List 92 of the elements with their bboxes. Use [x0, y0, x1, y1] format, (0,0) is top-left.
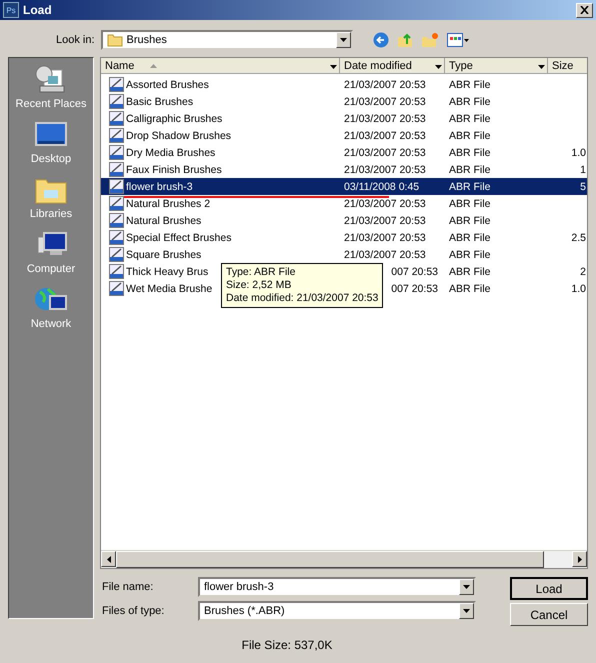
brush-file-icon — [109, 281, 124, 296]
close-button[interactable] — [576, 2, 593, 18]
column-header[interactable]: Name — [101, 58, 340, 74]
type-cell-text: ABR File — [448, 282, 492, 296]
size-cell: 5 — [548, 178, 587, 195]
date-cell-text: 21/03/2007 20:53 — [343, 196, 427, 212]
cancel-button[interactable]: Cancel — [510, 603, 588, 626]
size-cell-text: 1 — [579, 162, 587, 178]
brush-file-icon — [109, 247, 124, 262]
date-cell: 03/11/2008 0:45 — [340, 178, 445, 195]
file-type-dropdown[interactable]: Brushes (*.ABR) — [198, 601, 476, 621]
type-cell-text: ABR File — [448, 214, 492, 228]
places-item[interactable]: Recent Places — [16, 64, 86, 110]
caret-icon — [463, 609, 470, 613]
places-item[interactable]: Network — [30, 284, 72, 330]
size-cell-text: 2.5 — [570, 230, 587, 246]
brush-file-icon — [109, 128, 124, 143]
size-cell-text: 1.0 — [570, 282, 587, 296]
view-menu-icon[interactable] — [446, 33, 469, 47]
places-item[interactable]: Desktop — [30, 119, 72, 165]
type-cell-text: ABR File — [448, 112, 492, 126]
date-cell-text: 21/03/2007 20:53 — [343, 112, 427, 126]
brush-file-icon — [109, 94, 124, 109]
brush-file-icon — [109, 213, 124, 228]
column-header[interactable]: Size — [548, 58, 587, 74]
type-cell-text: ABR File — [448, 94, 492, 110]
date-cell-text: 21/03/2007 20:53 — [343, 146, 427, 160]
type-cell-text: ABR File — [448, 264, 492, 280]
caret-icon — [435, 64, 442, 68]
date-cell-text: 21/03/2007 20:53 — [343, 162, 427, 178]
size-cell-text: 2 — [579, 264, 587, 280]
date-cell-text: 007 20:53 — [390, 282, 439, 296]
load-button[interactable]: Load — [510, 577, 588, 600]
places-item[interactable]: Computer — [26, 229, 76, 275]
file-type-label: Files of type: — [102, 605, 166, 617]
date-cell-text: 21/03/2007 20:53 — [343, 248, 427, 262]
back-icon[interactable] — [372, 32, 389, 48]
folder-icon — [106, 33, 123, 47]
places-item[interactable]: Libraries — [30, 174, 72, 220]
file-name-cell[interactable]: Basic Brushes — [101, 93, 340, 110]
date-cell-text: 21/03/2007 20:53 — [343, 78, 427, 92]
file-name-cell[interactable]: Square Brushes — [101, 246, 340, 263]
file-name-label: File name: — [102, 581, 154, 593]
type-cell-text: ABR File — [448, 162, 492, 178]
date-cell-text: 21/03/2007 20:53 — [343, 128, 427, 144]
brush-file-icon — [109, 196, 124, 211]
app-icon: Ps — [3, 2, 19, 18]
size-cell-text: 1.0 — [570, 146, 587, 160]
caret-icon — [340, 38, 347, 42]
date-cell-text: 21/03/2007 20:53 — [343, 214, 427, 228]
type-cell-text: ABR File — [448, 248, 492, 262]
type-cell-text: ABR File — [448, 128, 492, 144]
caret-icon — [463, 585, 470, 589]
type-cell-text: ABR File — [448, 230, 492, 246]
file-name-cell[interactable]: Assorted Brushes — [101, 76, 340, 93]
type-cell-text: ABR File — [448, 146, 492, 160]
caret-icon — [538, 64, 545, 68]
brush-file-icon — [109, 264, 124, 279]
file-name-cell[interactable]: Drop Shadow Brushes — [101, 127, 340, 144]
horizontal-scrollbar[interactable] — [101, 550, 587, 568]
date-cell-text: 007 20:53 — [390, 264, 439, 280]
sort-icon — [150, 64, 158, 68]
type-cell-text: ABR File — [448, 78, 492, 92]
scroll-left-icon — [106, 556, 110, 562]
file-name-cell[interactable]: Natural Brushes 2 — [101, 195, 340, 212]
column-header[interactable]: Type — [445, 58, 548, 74]
file-name-cell[interactable]: Faux Finish Brushes — [101, 161, 340, 178]
brush-file-icon — [109, 145, 124, 160]
type-cell-text: ABR File — [448, 196, 492, 212]
file-name-field[interactable]: flower brush-3 — [198, 577, 476, 597]
file-name-cell[interactable]: Special Effect Brushes — [101, 229, 340, 246]
tooltip: Type: ABR File Size: 2,52 MB Date modified: 21/03/2007 20:53 — [221, 263, 384, 308]
date-cell-text: 21/03/2007 20:53 — [343, 94, 427, 110]
caret-icon — [330, 64, 337, 68]
brush-file-icon — [109, 162, 124, 177]
file-size-status: File Size: 537,0K — [240, 638, 334, 652]
brush-file-icon — [109, 77, 124, 92]
brush-file-icon — [109, 230, 124, 245]
window-title: Load — [23, 3, 53, 17]
file-name-cell[interactable]: Calligraphic Brushes — [101, 110, 340, 127]
look-in-dropdown[interactable]: Brushes — [100, 30, 353, 50]
file-name-cell[interactable]: flower brush-3 — [101, 178, 340, 195]
brush-file-icon — [109, 179, 124, 194]
look-in-label: Look in: — [56, 34, 95, 46]
type-cell: ABR File — [445, 178, 548, 195]
column-header[interactable]: Date modified — [340, 58, 445, 74]
brush-file-icon — [109, 111, 124, 126]
scroll-right-icon — [578, 556, 582, 562]
file-name-cell[interactable]: Dry Media Brushes — [101, 144, 340, 161]
file-name-cell[interactable]: Natural Brushes — [101, 212, 340, 229]
date-cell-text: 21/03/2007 20:53 — [343, 230, 427, 246]
close-icon — [580, 6, 589, 14]
